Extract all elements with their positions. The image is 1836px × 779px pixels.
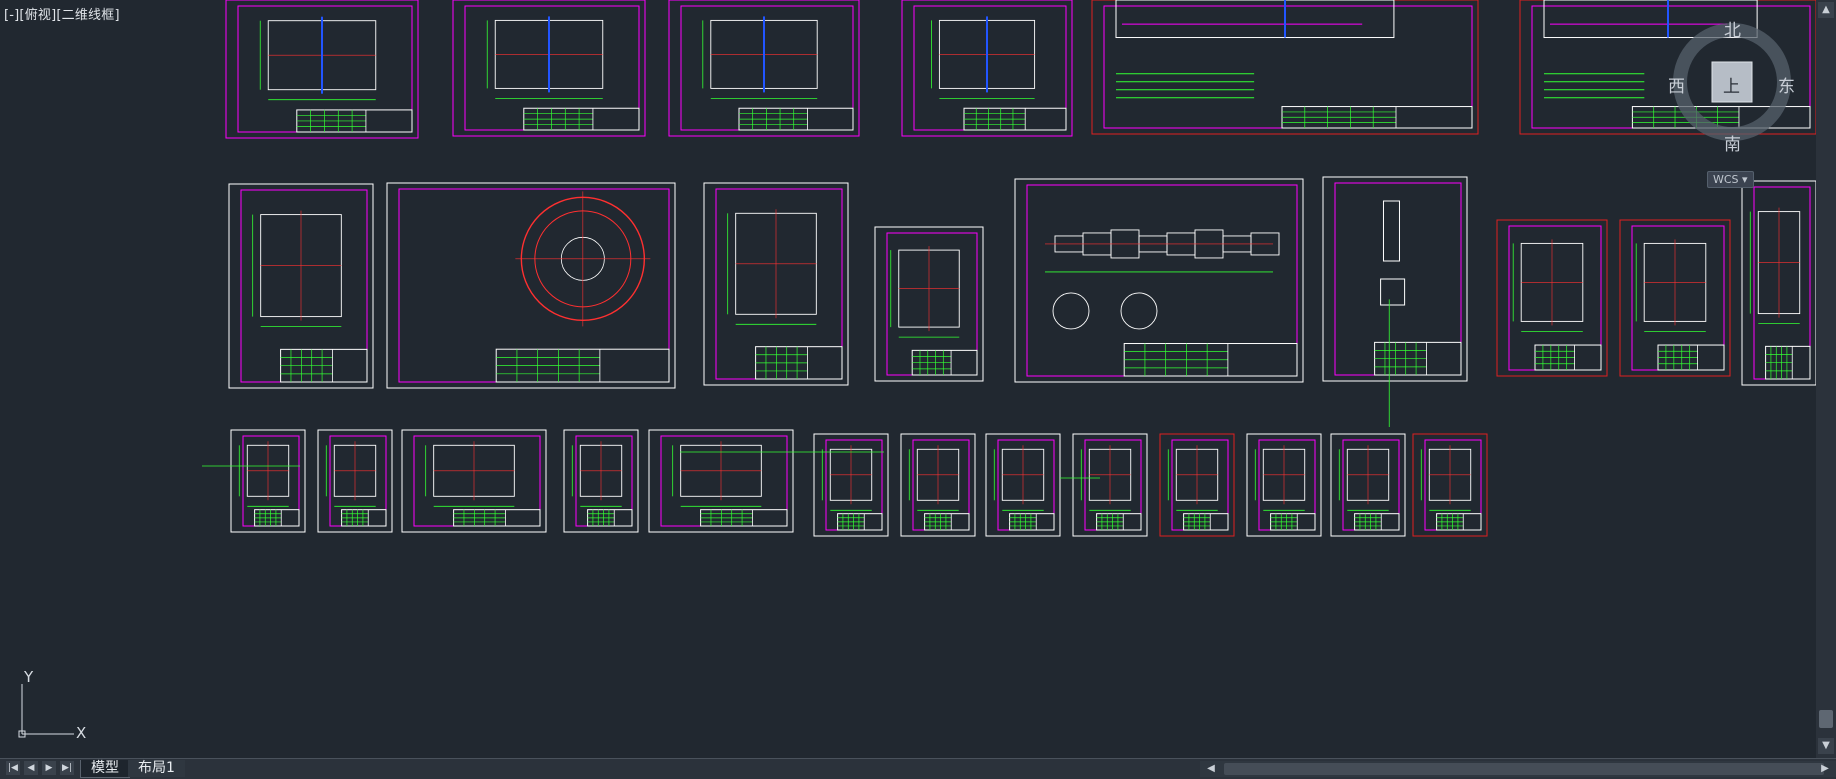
viewcube-east-label[interactable]: 东 bbox=[1778, 72, 1795, 97]
sheet-inner-frame bbox=[913, 5, 1067, 131]
sheet-inner-frame bbox=[997, 439, 1055, 531]
ucs-icon: Y X bbox=[18, 668, 90, 744]
view-control-label[interactable]: [-][俯视][二维线框] bbox=[4, 4, 120, 23]
sheet-inner-frame bbox=[575, 435, 633, 527]
sheet-inner-frame bbox=[329, 435, 387, 527]
viewcube-north-label[interactable]: 北 bbox=[1724, 16, 1741, 41]
sheet-inner-frame bbox=[1508, 225, 1602, 371]
drawing-sheets bbox=[202, 0, 1816, 537]
section-view bbox=[1120, 292, 1158, 330]
section-view bbox=[1052, 292, 1090, 330]
sheet-inner-frame bbox=[1026, 184, 1298, 377]
ucs-y-label: Y bbox=[24, 668, 34, 686]
part-outline bbox=[1382, 200, 1400, 262]
sheet-inner-frame bbox=[413, 435, 541, 527]
sheet-inner-frame bbox=[242, 435, 300, 527]
viewcube-west-label[interactable]: 西 bbox=[1668, 72, 1685, 97]
sheet-inner-frame bbox=[680, 5, 854, 131]
model-space-viewport[interactable]: [-][俯视][二维线框] 北 南 东 西 上 WCS ▾ Y X bbox=[0, 0, 1816, 758]
sheet-inner-frame bbox=[1171, 439, 1229, 531]
viewcube[interactable]: 北 南 东 西 上 bbox=[1668, 16, 1796, 155]
horizontal-scroll-thumb[interactable] bbox=[1224, 763, 1824, 775]
chevron-down-icon: ▾ bbox=[1742, 173, 1748, 186]
sheet-inner-frame bbox=[1424, 439, 1482, 531]
sheet-inner-frame bbox=[237, 5, 413, 133]
ucs-x-label: X bbox=[76, 724, 87, 742]
sheet-inner-frame bbox=[1753, 186, 1811, 380]
vertical-scroll-thumb[interactable] bbox=[1819, 710, 1833, 728]
next-sheet-icon[interactable]: ▶ bbox=[42, 761, 56, 775]
scroll-left-icon[interactable]: ◀ bbox=[1204, 761, 1218, 777]
horizontal-scrollbar[interactable]: ◀ ▶ bbox=[1200, 761, 1836, 777]
prev-sheet-icon[interactable]: ◀ bbox=[24, 761, 38, 775]
wcs-menu-button[interactable]: WCS ▾ bbox=[1707, 171, 1754, 188]
vertical-scrollbar[interactable]: ▲ ▼ bbox=[1816, 0, 1836, 758]
sheet-inner-frame bbox=[240, 189, 368, 383]
viewcube-top-face[interactable]: 上 bbox=[1723, 72, 1740, 97]
last-sheet-icon[interactable]: ▶| bbox=[60, 761, 74, 775]
drawing-canvas[interactable] bbox=[0, 0, 1816, 758]
scroll-right-icon[interactable]: ▶ bbox=[1818, 761, 1832, 777]
sheet-inner-frame bbox=[660, 435, 788, 527]
first-sheet-icon[interactable]: |◀ bbox=[6, 761, 20, 775]
layout-tab-bar: |◀ ◀ ▶ ▶| 模型 布局1 ◀ ▶ bbox=[0, 758, 1836, 779]
sheet-inner-frame bbox=[1631, 225, 1725, 371]
sheet-inner-frame bbox=[464, 5, 640, 131]
sheet-inner-frame bbox=[1084, 439, 1142, 531]
part-outline bbox=[1380, 278, 1406, 306]
sheet-inner-frame bbox=[1258, 439, 1316, 531]
viewcube-south-label[interactable]: 南 bbox=[1724, 130, 1741, 155]
sheet-inner-frame bbox=[715, 188, 843, 380]
scroll-down-icon[interactable]: ▼ bbox=[1818, 738, 1834, 754]
wcs-label: WCS bbox=[1713, 173, 1739, 186]
sheet-inner-frame bbox=[1342, 439, 1400, 531]
sheet-inner-frame bbox=[886, 232, 978, 376]
scroll-up-icon[interactable]: ▲ bbox=[1818, 2, 1834, 18]
tab-model[interactable]: 模型 bbox=[80, 760, 130, 778]
sheet-inner-frame bbox=[825, 439, 883, 531]
tab-layout1[interactable]: 布局1 bbox=[128, 760, 185, 777]
sheet-inner-frame bbox=[912, 439, 970, 531]
